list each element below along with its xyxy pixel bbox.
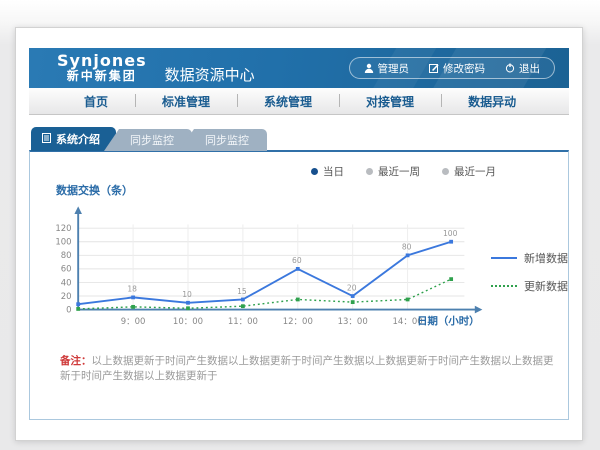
- current-user-button[interactable]: 管理员: [354, 61, 420, 76]
- nav-item-home[interactable]: 首页: [57, 93, 135, 110]
- svg-text:20: 20: [347, 283, 357, 292]
- svg-text:18: 18: [127, 285, 137, 294]
- page: Synjones 新中新集团 数据资源中心 管理员 修改密码: [15, 27, 583, 441]
- legend-line-solid: [491, 257, 517, 259]
- range-option-today[interactable]: 当日: [311, 164, 344, 179]
- svg-text:100: 100: [443, 229, 458, 238]
- svg-text:120: 120: [55, 224, 71, 234]
- range-option-last-month[interactable]: 最近一月: [442, 164, 496, 179]
- legend-label: 新增数据: [524, 250, 568, 266]
- svg-text:60: 60: [292, 256, 302, 265]
- power-icon: [505, 63, 515, 73]
- tab-sync-monitor-2[interactable]: 同步监控: [179, 129, 267, 151]
- user-toolbar: 管理员 修改密码 退出: [349, 57, 556, 79]
- svg-text:80: 80: [402, 243, 412, 252]
- legend-item-update-data[interactable]: 更新数据: [491, 278, 568, 294]
- logo-text-cn: 新中新集团: [57, 70, 147, 83]
- chart-legend: 新增数据 更新数据: [491, 250, 568, 334]
- range-option-last-week[interactable]: 最近一周: [366, 164, 420, 179]
- radio-dot-icon: [366, 168, 373, 175]
- svg-text:12：00: 12：00: [283, 317, 313, 327]
- nav-item-interface-mgmt[interactable]: 对接管理: [339, 93, 441, 110]
- tab-sync-monitor-1[interactable]: 同步监控: [104, 129, 192, 151]
- page-title: 数据资源中心: [165, 64, 255, 85]
- main-nav: 首页 标准管理 系统管理 对接管理 数据异动: [29, 88, 569, 115]
- radio-dot-icon: [442, 168, 449, 175]
- legend-label: 更新数据: [524, 278, 568, 294]
- legend-line-dotted: [491, 285, 517, 287]
- svg-text:11：00: 11：00: [228, 317, 258, 327]
- svg-text:13：00: 13：00: [338, 317, 368, 327]
- user-icon: [364, 63, 374, 73]
- tab-bar: 系统介绍 同步监控 同步监控: [31, 127, 569, 151]
- range-option-label: 当日: [323, 164, 344, 179]
- footnote: 备注：以上数据更新于时间产生数据以上数据更新于时间产生数据以上数据更新于时间产生…: [60, 354, 554, 383]
- svg-text:15: 15: [237, 287, 247, 296]
- tab-label: 系统介绍: [56, 131, 100, 147]
- legend-item-new-data[interactable]: 新增数据: [491, 250, 568, 266]
- time-range-filter: 当日 最近一周 最近一月: [311, 164, 496, 179]
- logout-label: 退出: [519, 61, 540, 76]
- app-header: Synjones 新中新集团 数据资源中心 管理员 修改密码: [29, 48, 569, 88]
- svg-text:9：00: 9：00: [121, 317, 146, 327]
- company-logo: Synjones 新中新集团: [57, 53, 147, 82]
- logo-text-en: Synjones: [57, 53, 147, 70]
- svg-text:40: 40: [61, 278, 72, 288]
- document-icon: [42, 133, 51, 146]
- nav-item-data-change[interactable]: 数据异动: [441, 93, 543, 110]
- y-axis-title: 数据交换（条）: [56, 182, 568, 198]
- nav-item-standard-mgmt[interactable]: 标准管理: [135, 93, 237, 110]
- edit-icon: [429, 63, 439, 73]
- svg-text:100: 100: [55, 238, 71, 248]
- svg-text:80: 80: [61, 251, 72, 261]
- svg-text:10: 10: [182, 290, 192, 299]
- line-chart: 9：0010：0011：0012：0013：0014：0002040608010…: [46, 200, 489, 334]
- change-password-button[interactable]: 修改密码: [419, 61, 495, 76]
- radio-dot-icon: [311, 168, 318, 175]
- svg-text:0: 0: [66, 305, 71, 315]
- nav-item-system-mgmt[interactable]: 系统管理: [237, 93, 339, 110]
- svg-text:日期（小时）: 日期（小时）: [417, 315, 479, 328]
- svg-text:60: 60: [61, 265, 72, 275]
- change-password-label: 修改密码: [443, 61, 485, 76]
- screen-background: Synjones 新中新集团 数据资源中心 管理员 修改密码: [0, 0, 600, 450]
- current-user-label: 管理员: [378, 61, 410, 76]
- content-area: 系统介绍 同步监控 同步监控 当日 最近一周: [29, 127, 569, 420]
- range-option-label: 最近一周: [378, 164, 420, 179]
- svg-text:10：00: 10：00: [173, 317, 203, 327]
- chart-block: 9：0010：0011：0012：0013：0014：0002040608010…: [46, 200, 568, 334]
- chart-panel: 当日 最近一周 最近一月 数据交换（条） 9：00 10：00 11：00 12：00…: [29, 150, 569, 420]
- logout-button[interactable]: 退出: [495, 61, 550, 76]
- range-option-label: 最近一月: [454, 164, 496, 179]
- footnote-text: 以上数据更新于时间产生数据以上数据更新于时间产生数据以上数据更新于时间产生数据以…: [60, 355, 554, 382]
- footnote-prefix: 备注：: [60, 355, 92, 367]
- tab-system-intro[interactable]: 系统介绍: [31, 127, 116, 151]
- svg-text:20: 20: [61, 292, 72, 302]
